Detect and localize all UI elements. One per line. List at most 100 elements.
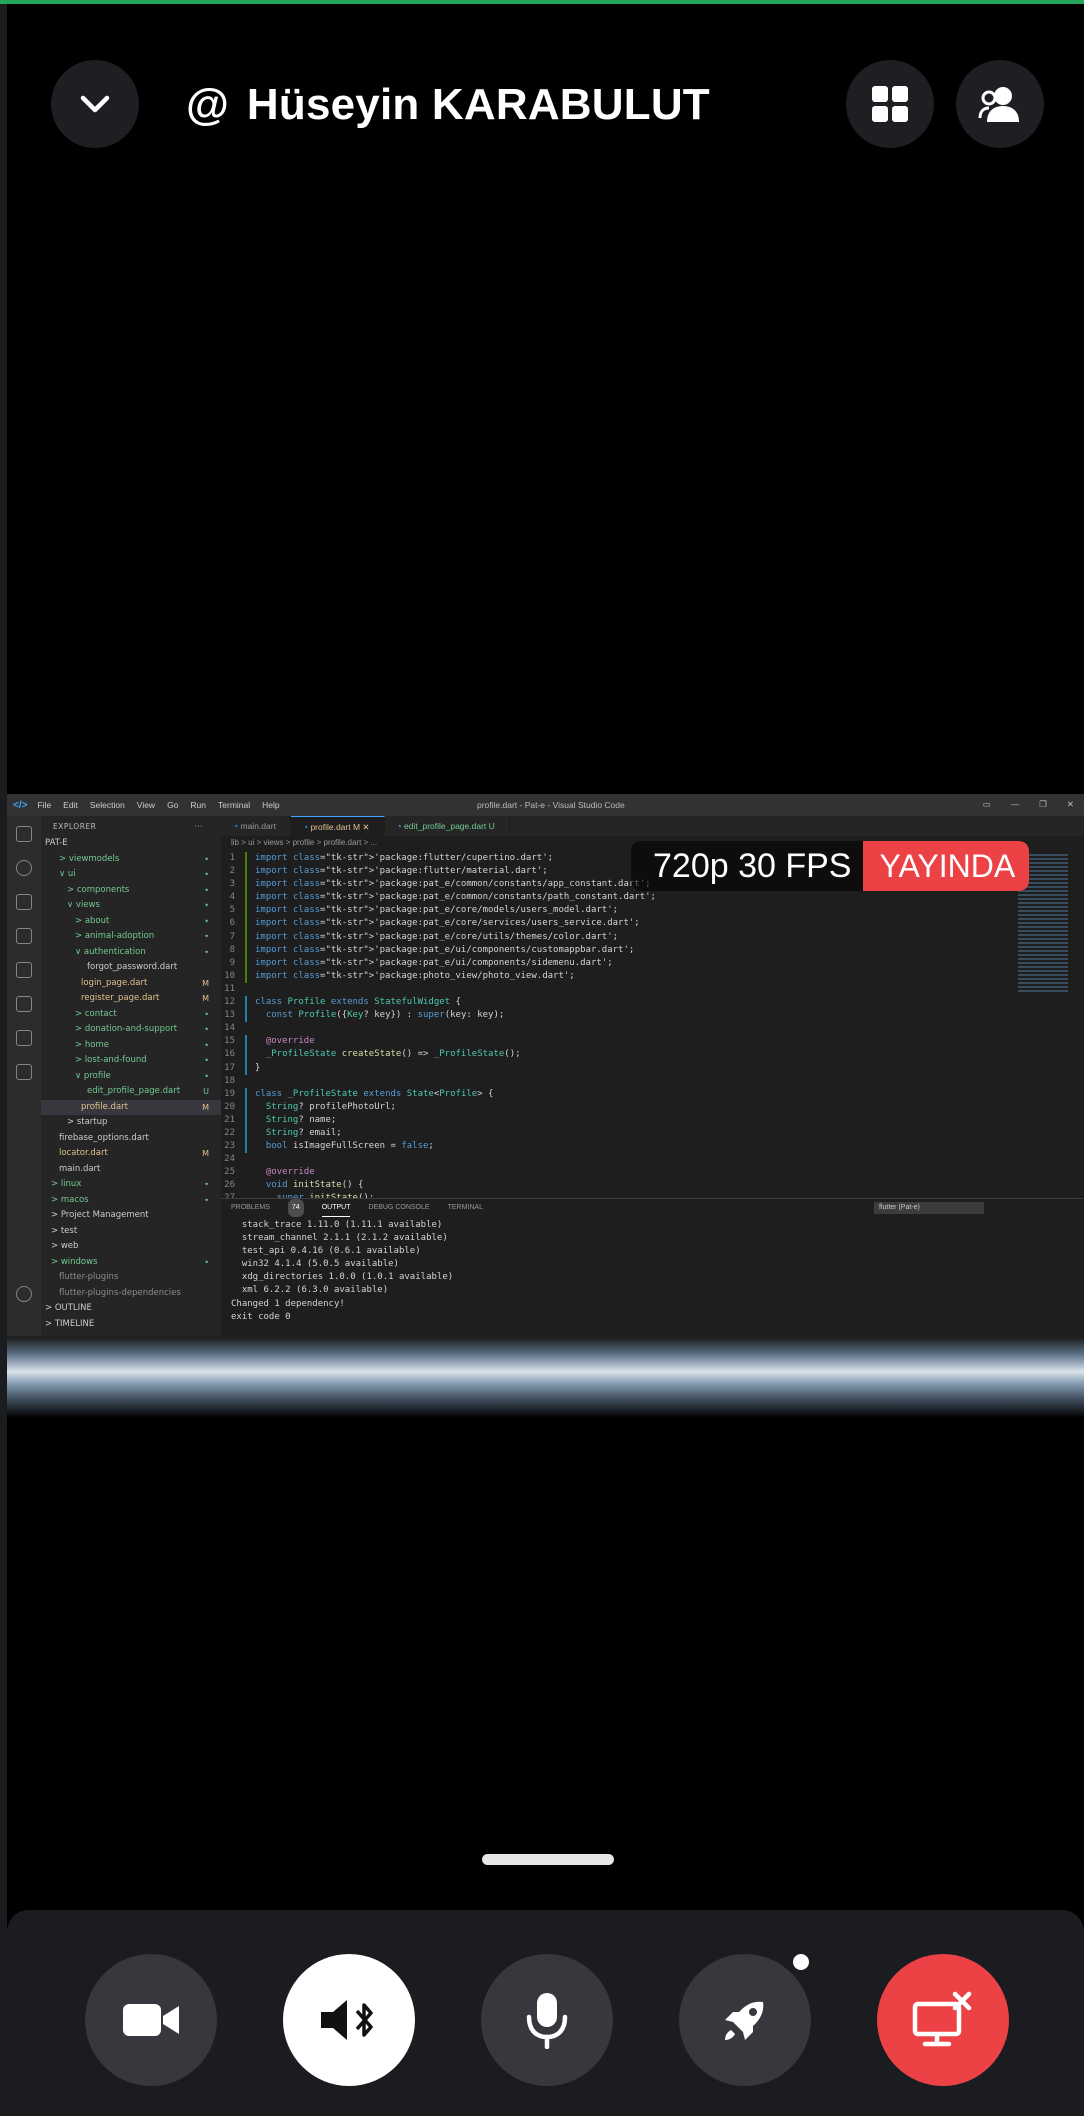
tree-item: profile.dart M xyxy=(41,1099,221,1115)
tree-item: locator.dart M xyxy=(59,1148,209,1158)
microphone-icon xyxy=(526,1993,568,2049)
panel-tab: PROBLEMS xyxy=(231,1204,270,1211)
testing-icon xyxy=(16,996,32,1012)
people-icon xyxy=(978,87,1019,122)
editor-tab: ◔ main.dart xyxy=(221,816,291,836)
editor-tabs: ◔ main.dart ◔ profile.dart M ✕ ◔ edit_prof… xyxy=(221,816,1084,836)
call-controls xyxy=(7,1910,1084,2116)
explorer-tree: PAT-E > viewmodels • ∨ ui • > components • ∨ vi… xyxy=(41,836,221,1332)
grid-icon xyxy=(872,86,908,122)
output-line: xdg_directories 1.0.0 (1.0.1 available) xyxy=(231,1272,454,1283)
call-header: @ Hüseyin KARABULUT xyxy=(0,58,1084,158)
tree-item: flutter-plugins-dependencies xyxy=(59,1287,181,1298)
code-line: 2 import class="tk-str">'package:flutter/… xyxy=(221,865,701,879)
leave-call-button[interactable] xyxy=(877,1954,1009,2086)
output-channel-select: flutter (Pat-e) xyxy=(874,1202,984,1214)
channel-title-wrap: @ Hüseyin KARABULUT xyxy=(186,80,710,130)
code-line: 14 xyxy=(224,1023,235,1034)
menu-item: View xyxy=(136,800,156,810)
output-line: stack_trace 1.11.0 (1.11.1 available) xyxy=(231,1220,443,1230)
menu-item: Go xyxy=(167,800,179,810)
audio-output-button[interactable] xyxy=(283,1954,415,2086)
video-camera-icon xyxy=(123,2004,179,2036)
channel-title: Hüseyin KARABULUT xyxy=(246,80,710,129)
code-line: 20 String? profilePhotoUrl; xyxy=(221,1100,701,1114)
stream-blur-band xyxy=(7,1338,1084,1418)
tree-item: ∨ views • xyxy=(67,900,209,910)
vscode-menu: File Edit Selection View Go Run Terminal Help xyxy=(37,800,279,810)
vscode-logo-icon: </> xyxy=(13,799,28,811)
tree-item: flutter-plugins xyxy=(59,1272,119,1282)
editor-tab: ◔ edit_profile_page.dart U xyxy=(385,816,510,836)
vscode-explorer: EXPLORER ··· PAT-E > viewmodels • ∨ ui • > co… xyxy=(41,816,221,1336)
output-line: stream_channel 2.1.1 (2.1.2 available) xyxy=(231,1233,448,1244)
extensions-icon xyxy=(16,962,32,978)
code-line: 10 import class="tk-str">'package:photo_v… xyxy=(221,969,701,983)
code-line: 23 bool isImageFullScreen = false; xyxy=(221,1140,701,1154)
stream-quality-badge: 720p 30 FPS YAYINDA xyxy=(631,841,1030,891)
at-icon: @ xyxy=(186,80,229,129)
tree-item: > home • xyxy=(75,1039,209,1050)
code-line: 6 import class="tk-str">'package:pat_e/co… xyxy=(221,917,701,931)
drag-handle[interactable] xyxy=(482,1854,614,1865)
code-line: 19 class _ProfileState extends State<Prof… xyxy=(221,1087,701,1101)
tree-item: > components • xyxy=(67,884,209,895)
speaker-bluetooth-icon xyxy=(321,2000,373,2040)
code-area: 1 import class="tk-str">'package:flutter/… xyxy=(221,852,701,1206)
output-line: xml 6.2.2 (6.3.0 available) xyxy=(231,1285,389,1296)
explorer-header: EXPLORER ··· xyxy=(53,822,203,831)
tree-item: firebase_options.dart xyxy=(59,1132,149,1143)
code-line: 16 _ProfileState createState() => _Profi… xyxy=(221,1048,701,1062)
tree-item: login_page.dart M xyxy=(81,977,209,988)
run-debug-icon xyxy=(16,928,32,944)
tree-item: ∨ profile • xyxy=(75,1070,209,1081)
code-line: 21 String? name; xyxy=(221,1113,701,1127)
vscode-editor: ◔ main.dart ◔ profile.dart M ✕ ◔ edit_prof… xyxy=(221,816,1084,1336)
code-line: 24 xyxy=(224,1154,235,1165)
panel-tab: 74 xyxy=(287,1199,304,1217)
code-line: 26 void initState() { xyxy=(224,1180,364,1191)
dart-file-icon: ◔ xyxy=(396,821,405,831)
menu-item: Help xyxy=(262,800,280,810)
output-line: win32 4.1.4 (5.0.5 available) xyxy=(231,1259,399,1270)
activities-button[interactable] xyxy=(679,1950,813,2086)
flutter-icon xyxy=(16,1030,32,1046)
code-line: 7 import class="tk-str">'package:pat_e/co… xyxy=(221,930,701,944)
tree-item: register_page.dart M xyxy=(81,993,209,1003)
tree-item: > TIMELINE xyxy=(45,1318,95,1329)
menu-item: Edit xyxy=(63,800,78,810)
tree-item: > linux • xyxy=(51,1179,209,1189)
collapse-button[interactable] xyxy=(51,60,139,148)
tree-item: ∨ authentication • xyxy=(75,946,209,957)
participants-button[interactable] xyxy=(956,60,1044,148)
tree-item: edit_profile_page.dart U xyxy=(87,1086,209,1096)
activity-indicator-dot xyxy=(789,1950,813,1974)
microphone-button[interactable] xyxy=(481,1954,613,2086)
top-accent-bar xyxy=(0,0,1084,4)
output-panel: PROBLEMS 74 OUTPUT DEBUG CONSOLE TERMINAL fl… xyxy=(221,1198,1084,1336)
menu-item: Selection xyxy=(89,800,125,810)
vscode-window-title: profile.dart - Pat-e - Visual Studio Cod… xyxy=(477,800,625,810)
account-icon xyxy=(16,1286,32,1302)
rocket-icon xyxy=(725,2001,764,2040)
tree-item: > test xyxy=(51,1225,78,1236)
tree-item: main.dart xyxy=(59,1163,101,1174)
code-line: 25 @override xyxy=(224,1167,315,1178)
search-icon xyxy=(16,860,32,876)
menu-item: Run xyxy=(190,800,207,810)
tree-item: > viewmodels • xyxy=(59,853,209,864)
chevron-down-icon xyxy=(80,95,110,113)
tree-item: forgot_password.dart xyxy=(87,962,178,972)
disconnect-icon xyxy=(912,1991,972,2047)
tree-item: ∨ ui • xyxy=(59,869,209,879)
vscode-titlebar: </> File Edit Selection View Go Run Terminal He… xyxy=(7,794,1084,816)
camera-button[interactable] xyxy=(85,1954,217,2086)
output-line: test_api 0.4.16 (0.6.1 available) xyxy=(231,1246,421,1257)
dart-file-icon: ◔ xyxy=(233,821,241,831)
grid-layout-button[interactable] xyxy=(846,60,934,148)
tree-item: > windows • xyxy=(51,1256,209,1267)
tree-item: > animal-adoption • xyxy=(75,931,209,941)
menu-item: Terminal xyxy=(218,800,251,810)
tree-item: > startup xyxy=(67,1117,108,1127)
window-controls: ▭ — ❐ ✕ xyxy=(982,799,1074,809)
